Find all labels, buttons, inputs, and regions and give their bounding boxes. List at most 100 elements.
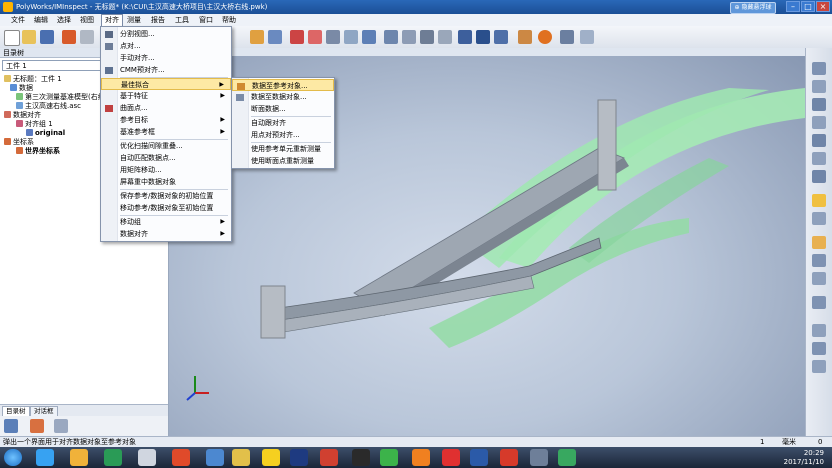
folder-task-icon[interactable] bbox=[232, 449, 250, 466]
clip-icon[interactable] bbox=[812, 254, 826, 267]
unit-selector[interactable]: 毫米 bbox=[782, 438, 796, 447]
tree-item-asc-file[interactable]: 主汉高速右线.asc bbox=[16, 102, 81, 111]
arrow-icon[interactable] bbox=[812, 62, 826, 75]
search-task-icon[interactable] bbox=[412, 449, 430, 466]
menu-view[interactable]: 视图 bbox=[77, 15, 97, 25]
menu-item-reference-targets[interactable]: 参考目标 ▶ bbox=[101, 114, 231, 126]
play-icon[interactable] bbox=[538, 30, 552, 44]
start-button-icon[interactable] bbox=[4, 449, 22, 466]
browser-icon[interactable] bbox=[36, 449, 54, 466]
layer-icon[interactable] bbox=[812, 272, 826, 285]
menu-item-section-data[interactable]: 断面数据... bbox=[232, 103, 334, 115]
pan-icon[interactable] bbox=[812, 98, 826, 111]
tree-item-root[interactable]: 无标题：工件 1 bbox=[4, 75, 62, 84]
zoom-icon[interactable] bbox=[344, 30, 358, 44]
menu-tools[interactable]: 工具 bbox=[172, 15, 192, 25]
app-red-icon[interactable] bbox=[172, 449, 190, 466]
feature-icon[interactable] bbox=[420, 30, 434, 44]
text-icon[interactable] bbox=[438, 30, 452, 44]
list-icon[interactable] bbox=[560, 30, 574, 44]
menu-item-surface-points[interactable]: 曲面点... bbox=[101, 102, 231, 114]
menu-item-optimize-overlap[interactable]: 优化扫描间隙重叠... bbox=[101, 140, 231, 152]
menu-item-point-pair-prealign[interactable]: 用点对预对齐... bbox=[232, 129, 334, 141]
minimize-button[interactable]: – bbox=[786, 1, 800, 12]
menu-item-manual-align[interactable]: 手动对齐... bbox=[101, 52, 231, 64]
measure-tool-icon[interactable] bbox=[290, 30, 304, 44]
photoshop-icon[interactable] bbox=[290, 449, 308, 466]
shading-icon[interactable] bbox=[812, 212, 826, 225]
chart-icon[interactable] bbox=[580, 30, 594, 44]
hide-float-ball-button[interactable]: ⊕ 隐藏悬浮球 bbox=[730, 2, 776, 14]
menu-item-data-to-reference[interactable]: 数据至参考对象... bbox=[232, 79, 334, 91]
menu-item-datum-frame[interactable]: 基准参考框 ▶ bbox=[101, 126, 231, 138]
tree-sort-icon[interactable] bbox=[54, 419, 68, 433]
rotate-icon[interactable] bbox=[812, 80, 826, 93]
tree-option-icon[interactable] bbox=[4, 419, 18, 433]
menu-item-auto-follow-align[interactable]: 自动跟对齐 bbox=[232, 117, 334, 129]
tree-item-reference-model[interactable]: 第三次测量基准模型(右线) bbox=[16, 93, 107, 102]
menu-item-feature-based[interactable]: 基于特征 ▶ bbox=[101, 90, 231, 102]
transparency-icon[interactable] bbox=[812, 342, 826, 355]
color-map-icon[interactable] bbox=[812, 324, 826, 337]
menu-item-cmm-prealign[interactable]: CMM预对齐... bbox=[101, 64, 231, 76]
settings-icon[interactable] bbox=[518, 30, 532, 44]
menu-edit[interactable]: 编辑 bbox=[31, 15, 51, 25]
undo-icon[interactable] bbox=[62, 30, 76, 44]
menu-window[interactable]: 窗口 bbox=[196, 15, 216, 25]
save-icon[interactable] bbox=[40, 30, 54, 44]
menu-item-remeasure-reference[interactable]: 使用参考单元重新测量 bbox=[232, 143, 334, 155]
menu-item-move-initial[interactable]: 移动参考/数据对象至初始位置 bbox=[101, 202, 231, 214]
report-icon[interactable] bbox=[458, 30, 472, 44]
menu-item-screen-data[interactable]: 屏幕重中数据对象 bbox=[101, 176, 231, 188]
redo-icon[interactable] bbox=[80, 30, 94, 44]
media-icon[interactable] bbox=[500, 449, 518, 466]
light-icon[interactable] bbox=[812, 236, 826, 249]
tree-filter-icon[interactable] bbox=[30, 419, 44, 433]
menu-select[interactable]: 选择 bbox=[54, 15, 74, 25]
new-file-icon[interactable] bbox=[4, 30, 20, 46]
maximize-button[interactable]: □ bbox=[801, 1, 815, 12]
cube-icon[interactable] bbox=[250, 30, 264, 44]
open-folder-icon[interactable] bbox=[22, 30, 36, 44]
pen-icon[interactable] bbox=[326, 30, 340, 44]
tree-item-data-align[interactable]: 数据对齐 bbox=[4, 111, 41, 120]
grid-icon[interactable] bbox=[268, 30, 282, 44]
tool-task-icon[interactable] bbox=[530, 449, 548, 466]
section-icon[interactable] bbox=[384, 30, 398, 44]
layout-icon[interactable] bbox=[494, 30, 508, 44]
tree-item-world-coord[interactable]: 世界坐标系 bbox=[16, 147, 60, 156]
menu-item-matrix-move[interactable]: 用矩阵移动... bbox=[101, 164, 231, 176]
menu-item-remeasure-section[interactable]: 使用断面点重新测量 bbox=[232, 155, 334, 167]
view-front-icon[interactable] bbox=[812, 170, 826, 183]
zoom-in-icon[interactable] bbox=[812, 116, 826, 129]
tree-item-align-group[interactable]: 对齐组 1 bbox=[16, 120, 53, 129]
menu-measure[interactable]: 测量 bbox=[124, 15, 144, 25]
app-green-icon[interactable] bbox=[104, 449, 122, 466]
fit-view-icon[interactable] bbox=[812, 152, 826, 165]
section-view-icon[interactable] bbox=[812, 296, 826, 309]
zoom-out-icon[interactable] bbox=[812, 134, 826, 147]
menu-item-split-view[interactable]: 分割视图... bbox=[101, 28, 231, 40]
menu-item-point-pairs[interactable]: 点对... bbox=[101, 40, 231, 52]
qq-icon[interactable] bbox=[352, 449, 370, 466]
word-icon[interactable] bbox=[470, 449, 488, 466]
notepad-icon[interactable] bbox=[138, 449, 156, 466]
table-icon[interactable] bbox=[362, 30, 376, 44]
tree-item-original[interactable]: original bbox=[26, 129, 65, 138]
menu-item-move-group[interactable]: 移动组 ▶ bbox=[101, 216, 231, 228]
menu-item-auto-match[interactable]: 自动匹配数据点... bbox=[101, 152, 231, 164]
tree-item-coord-systems[interactable]: 坐标系 bbox=[4, 138, 34, 147]
camera-icon[interactable] bbox=[476, 30, 490, 44]
highlight-mode-icon[interactable] bbox=[812, 194, 826, 207]
menu-item-data-to-data[interactable]: 数据至数据对象... bbox=[232, 91, 334, 103]
menu-item-save-initial[interactable]: 保存参考/数据对象的初始位置 bbox=[101, 190, 231, 202]
menu-item-best-fit[interactable]: 最佳拟合 ▶ bbox=[101, 78, 231, 90]
music-icon[interactable] bbox=[442, 449, 460, 466]
wireframe-icon[interactable] bbox=[812, 360, 826, 373]
menu-help[interactable]: 帮助 bbox=[219, 15, 239, 25]
explorer-icon[interactable] bbox=[70, 449, 88, 466]
menu-report[interactable]: 报告 bbox=[148, 15, 168, 25]
clock[interactable]: 20:29 2017/11/10 bbox=[784, 449, 824, 467]
tree-item-data[interactable]: 数据 bbox=[10, 84, 33, 93]
polyworks-task-icon[interactable] bbox=[262, 449, 280, 466]
